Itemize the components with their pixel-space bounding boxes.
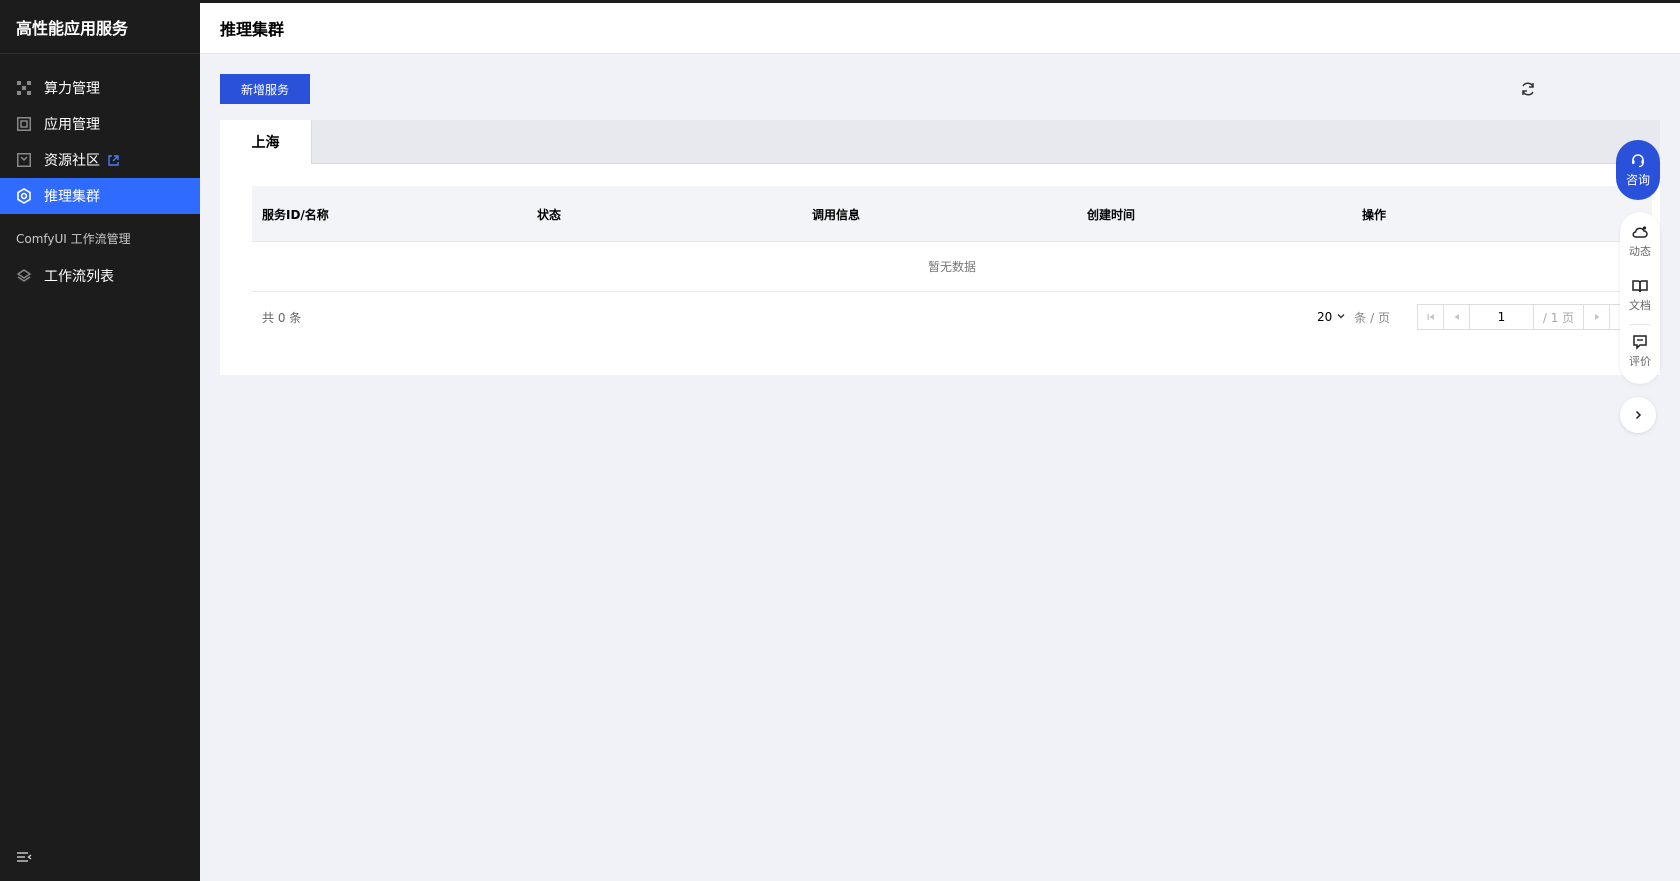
nav-group-title: ComfyUI 工作流管理 [16, 231, 131, 246]
review-button[interactable]: 评价 [1620, 326, 1660, 376]
review-label: 评价 [1629, 354, 1651, 368]
top-border [0, 0, 1680, 3]
total-count: 共 0 条 [262, 310, 302, 325]
cloud-icon [1631, 224, 1649, 243]
sidebar-item-label: 算力管理 [44, 81, 100, 97]
sidebar-nav: 算力管理 应用管理 资源社区 推理集群 ComfyUI 工作流管理 工作流列表 [0, 70, 200, 294]
collapse-menu-icon[interactable] [16, 849, 32, 865]
store-icon [16, 152, 32, 168]
consult-label: 咨询 [1625, 173, 1650, 187]
region-tabs: 上海 [220, 120, 1660, 164]
headset-icon [1630, 152, 1646, 171]
page-size-value: 20 [1317, 310, 1333, 324]
floating-tool-panel: 动态 文档 评价 [1620, 212, 1660, 384]
prev-page-icon[interactable] [1444, 305, 1470, 329]
sidebar-item-label: 资源社区 [44, 153, 100, 169]
page-size-unit: 条 / 页 [1354, 310, 1390, 325]
brand-title: 高性能应用服务 [0, 0, 200, 54]
chevron-down-icon [1336, 310, 1346, 324]
sidebar-item-compute[interactable]: 算力管理 [0, 70, 200, 106]
sidebar-item-label: 应用管理 [44, 117, 100, 133]
external-link-icon [108, 154, 119, 166]
comment-icon [1631, 334, 1649, 353]
sidebar: 高性能应用服务 算力管理 应用管理 资源社区 推理集群 ComfyUI 工作流管… [0, 0, 200, 881]
total-pages: / 1 页 [1534, 305, 1584, 329]
column-service-id: 服务ID/名称 [262, 207, 329, 222]
sidebar-item-workflow-list[interactable]: 工作流列表 [0, 258, 200, 294]
first-page-icon[interactable] [1418, 305, 1444, 329]
docs-button[interactable]: 文档 [1620, 270, 1660, 320]
column-created-time: 创建时间 [1087, 207, 1136, 222]
next-page-icon[interactable] [1584, 305, 1610, 329]
pager: / 1 页 [1417, 304, 1637, 330]
main-content: 新增服务 上海 服务ID/名称 状态 调用信息 创建时间 操作 暂无数据 共 0… [200, 54, 1680, 881]
column-actions: 操作 [1362, 207, 1387, 222]
table-header: 服务ID/名称 状态 调用信息 创建时间 操作 [252, 186, 1652, 242]
cluster-icon [16, 188, 32, 204]
consult-button[interactable]: 咨询 [1616, 140, 1660, 200]
page-size-select[interactable]: 20 条 / 页 [1317, 292, 1390, 342]
dynamic-label: 动态 [1629, 244, 1651, 258]
add-service-button[interactable]: 新增服务 [220, 74, 310, 104]
tool-divider [1630, 324, 1650, 325]
layers-icon [16, 268, 32, 284]
sidebar-item-label: 推理集群 [44, 189, 100, 205]
sidebar-item-apps[interactable]: 应用管理 [0, 106, 200, 142]
page-title: 推理集群 [200, 3, 1680, 54]
pagination-bar: 共 0 条 20 条 / 页 / 1 页 [252, 292, 1652, 342]
table-card: 服务ID/名称 状态 调用信息 创建时间 操作 暂无数据 共 0 条 20 条 … [220, 164, 1660, 375]
refresh-icon[interactable] [1518, 79, 1538, 99]
sidebar-item-label: 工作流列表 [44, 269, 114, 285]
chevron-right-icon[interactable] [1620, 397, 1656, 433]
column-invoke-info: 调用信息 [812, 207, 861, 222]
docs-label: 文档 [1629, 298, 1651, 312]
book-icon [1631, 278, 1649, 297]
sidebar-item-community[interactable]: 资源社区 [0, 142, 200, 178]
page-number-input[interactable] [1470, 305, 1534, 329]
sidebar-item-inference-cluster[interactable]: 推理集群 [0, 178, 200, 214]
empty-state: 暂无数据 [252, 242, 1652, 292]
dynamic-button[interactable]: 动态 [1620, 216, 1660, 266]
tab-shanghai[interactable]: 上海 [220, 120, 312, 164]
app-icon [16, 116, 32, 132]
compute-icon [16, 80, 32, 96]
column-status: 状态 [537, 207, 562, 222]
